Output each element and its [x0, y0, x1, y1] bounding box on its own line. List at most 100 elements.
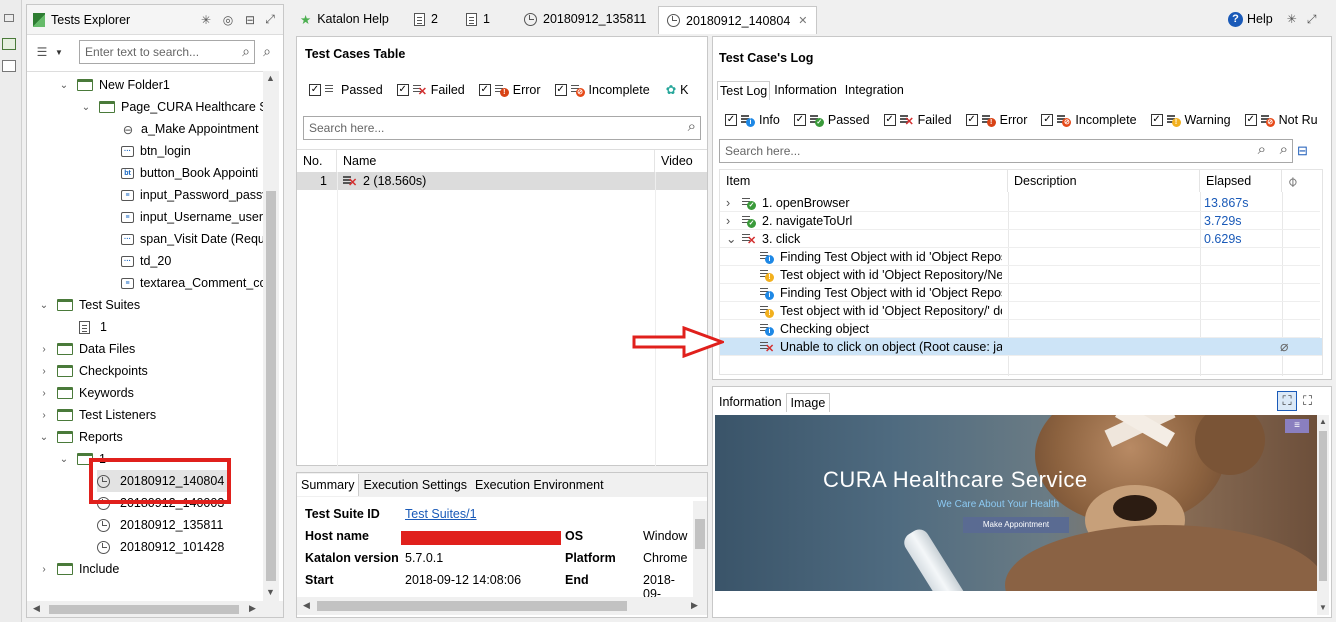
col-video[interactable]: Video [655, 150, 707, 172]
tab-report-140804[interactable]: 20180912_140804 ✕ [658, 6, 817, 34]
tab-integration[interactable]: Integration [841, 81, 908, 99]
chevron-down-icon[interactable]: ⌄ [37, 432, 51, 443]
chevron-down-icon[interactable]: ⌄ [79, 102, 93, 113]
incomplete-checkbox[interactable]: ✓ [1041, 114, 1054, 126]
tree-item-object[interactable]: ··· btn_login [121, 140, 191, 162]
tab-report-135811[interactable]: 20180912_135811 [516, 6, 654, 32]
passed-checkbox[interactable]: ✓ [793, 114, 806, 126]
tree-item-reports[interactable]: ⌄ Reports [37, 426, 123, 448]
chevron-down-icon[interactable]: ⌄ [37, 300, 51, 311]
attachment-icon[interactable]: ⌀ [1280, 338, 1288, 355]
tab-2[interactable]: 2 [406, 6, 446, 32]
summary-hscrollbar[interactable]: ◀ ▶ [297, 597, 707, 615]
failed-checkbox[interactable]: ✓ [883, 114, 896, 126]
log-row[interactable]: i Checking object [720, 320, 1320, 338]
tree-item-report[interactable]: 20180912_101428 [97, 536, 224, 558]
tree-item-data-files[interactable]: › Data Files [37, 338, 135, 360]
search-icon[interactable]: ⌕ [242, 43, 250, 60]
advanced-search-icon[interactable]: ⌕ [1280, 141, 1288, 158]
error-checkbox[interactable]: ✓ [965, 114, 978, 126]
chevron-right-icon[interactable]: › [37, 388, 51, 399]
tree-item-test-suites[interactable]: ⌄ Test Suites [37, 294, 140, 316]
tree-item-object[interactable]: bt button_Book Appointi [121, 162, 258, 184]
tab-1[interactable]: 1 [458, 6, 498, 32]
tab-test-log[interactable]: Test Log [717, 80, 771, 100]
tree-item-object[interactable]: ≡ input_Password_passv [121, 184, 263, 206]
scroll-thumb[interactable] [695, 519, 705, 549]
tab-execution-environment[interactable]: Execution Environment [471, 474, 608, 496]
col-description[interactable]: Description [1008, 170, 1200, 192]
tree-item-object[interactable]: ··· span_Visit Date (Requi [121, 228, 263, 250]
explorer-hscrollbar[interactable]: ◀ ▶ [27, 601, 283, 617]
collapse-icon[interactable]: ⊟ [1297, 143, 1308, 159]
log-row-selected[interactable]: ✕ Unable to click on object (Root cause:… [720, 338, 1322, 356]
search-icon[interactable]: ⌕ [1258, 141, 1266, 158]
chevron-down-icon[interactable]: ⌄ [57, 80, 71, 91]
log-row[interactable]: › ✓ 1. openBrowser 13.867s [720, 194, 1320, 212]
explorer-search-input[interactable]: Enter text to search... ⌕ [79, 40, 255, 64]
minimize-icon[interactable]: ✳ [1285, 12, 1299, 26]
chevron-right-icon[interactable]: › [37, 366, 51, 377]
col-attachment[interactable]: ⌀ [1282, 170, 1322, 192]
advanced-search-icon[interactable]: ⌕ [260, 43, 274, 59]
test-suite-id-link[interactable]: Test Suites/1 [405, 507, 477, 521]
log-row[interactable]: ! Test object with id 'Object Repository… [720, 266, 1320, 284]
scroll-left-icon[interactable]: ◀ [33, 603, 40, 614]
chevron-right-icon[interactable]: › [726, 196, 738, 210]
info-checkbox[interactable]: ✓ [725, 114, 737, 126]
collapse-all-icon[interactable]: ✳ [199, 13, 213, 27]
scroll-down-icon[interactable]: ▼ [266, 587, 275, 597]
tree-item-object[interactable]: ··· td_20 [121, 250, 171, 272]
trim-icon-2[interactable] [2, 38, 16, 50]
chevron-down-icon[interactable]: ⌄ [57, 454, 71, 465]
log-row[interactable]: › ✓ 2. navigateToUrl 3.729s [720, 212, 1320, 230]
tree-item-test-listeners[interactable]: › Test Listeners [37, 404, 156, 426]
not-run-checkbox[interactable]: ✓ [1244, 114, 1257, 126]
tree-item-object[interactable]: ≡ input_Username_userr [121, 206, 263, 228]
filter-icon[interactable]: ☰ [35, 45, 49, 59]
trim-icon-3[interactable] [2, 60, 16, 72]
search-icon[interactable]: ⌕ [688, 118, 696, 135]
help-link[interactable]: Help [1247, 12, 1273, 26]
tab-image[interactable]: Image [785, 392, 831, 412]
chevron-right-icon[interactable]: › [726, 214, 738, 228]
col-item[interactable]: Item [720, 170, 1008, 192]
tree-item-page-cura[interactable]: ⌄ Page_CURA Healthcare Se [79, 96, 263, 118]
tree-item-object[interactable]: ≡ textarea_Comment_cc [121, 272, 263, 294]
chevron-right-icon[interactable]: › [37, 410, 51, 421]
tree-item-checkpoints[interactable]: › Checkpoints [37, 360, 147, 382]
tree-item-report[interactable]: 20180912_135811 [97, 514, 223, 536]
scroll-up-icon[interactable]: ▲ [266, 73, 275, 83]
maximize-icon[interactable]: ⤢ [263, 12, 277, 27]
tree-item-object[interactable]: ⊖ a_Make Appointment [121, 118, 259, 140]
chevron-right-icon[interactable]: › [37, 344, 51, 355]
log-row[interactable]: i Finding Test Object with id 'Object Re… [720, 284, 1320, 302]
passed-checkbox[interactable]: ✓ [309, 83, 321, 96]
link-with-editor-icon[interactable]: ◎ [221, 13, 235, 27]
image-vscrollbar[interactable]: ▲ ▼ [1317, 415, 1329, 615]
fullscreen-icon[interactable]: ⛶ [1303, 393, 1312, 409]
scroll-thumb[interactable] [266, 191, 276, 581]
summary-vscrollbar[interactable] [693, 501, 707, 597]
log-search-input[interactable]: Search here... ⌕ ⌕ [719, 139, 1293, 163]
log-row[interactable]: ! Test object with id 'Object Repository… [720, 302, 1320, 320]
scroll-left-icon[interactable]: ◀ [303, 600, 310, 611]
tree-item-keywords[interactable]: › Keywords [37, 382, 134, 404]
hscroll-thumb[interactable] [317, 601, 627, 611]
close-icon[interactable]: ✕ [798, 14, 807, 27]
scroll-down-icon[interactable]: ▼ [1319, 603, 1327, 612]
help-icon[interactable]: ? [1228, 11, 1243, 27]
trim-icon-1[interactable] [4, 14, 14, 22]
tab-execution-settings[interactable]: Execution Settings [359, 474, 471, 496]
scroll-up-icon[interactable]: ▲ [1319, 417, 1327, 426]
failed-checkbox[interactable]: ✓ [396, 83, 409, 96]
scroll-thumb[interactable] [1319, 431, 1327, 581]
tree-item-suite-1[interactable]: 1 [79, 316, 107, 338]
filter-dropdown-icon[interactable]: ▼ [55, 48, 63, 57]
tree-item-new-folder1[interactable]: ⌄ New Folder1 [57, 74, 170, 96]
hscroll-thumb[interactable] [49, 605, 239, 614]
warning-checkbox[interactable]: ✓ [1150, 114, 1163, 126]
tab-summary[interactable]: Summary [297, 474, 360, 496]
col-elapsed[interactable]: Elapsed [1200, 170, 1282, 192]
tab-katalon-help[interactable]: ★ Katalon Help [292, 6, 397, 32]
